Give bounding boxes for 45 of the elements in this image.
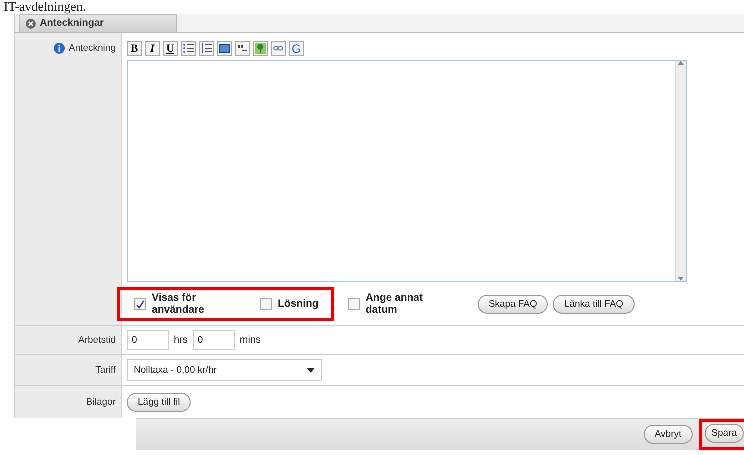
toolbar-button[interactable] — [253, 41, 268, 56]
field-label: Anteckning — [68, 43, 116, 54]
scroll-up-icon[interactable] — [678, 61, 684, 65]
numbered-list-icon — [201, 43, 212, 54]
tab-label: Anteckningar — [40, 18, 104, 29]
unit-label: mins — [240, 334, 262, 346]
tariff-dropdown[interactable]: Nolltaxa - 0,00 kr/hr — [127, 359, 322, 381]
format-button[interactable]: B — [127, 41, 142, 56]
footer-button[interactable]: Spara — [704, 424, 744, 443]
hours-field[interactable]: 0 — [127, 330, 169, 350]
format-button[interactable]: U — [163, 41, 178, 56]
toolbar-button[interactable] — [199, 41, 214, 56]
minutes-field[interactable]: 0 — [192, 330, 235, 350]
checkbox-label: Ange annat datum — [366, 292, 424, 316]
scrollbar[interactable] — [675, 61, 686, 281]
toolbar-button[interactable] — [235, 41, 250, 56]
faq-button[interactable]: Skapa FAQ — [478, 294, 548, 314]
dropdown-caret-icon — [307, 368, 315, 372]
field-label: Bilagor — [86, 396, 116, 408]
caption-text: IT-avdelningen. — [3, 0, 88, 14]
field-label: Arbetstid — [78, 334, 116, 346]
bullet-list-icon — [183, 43, 194, 54]
unit-label: hrs — [174, 334, 188, 346]
info-icon — [54, 43, 65, 54]
field-label: Tariff — [96, 364, 116, 376]
add-file-button[interactable]: Lägg till fil — [127, 392, 192, 412]
checkbox[interactable] — [348, 298, 360, 310]
tree-image-icon — [255, 43, 266, 54]
toolbar-button[interactable] — [217, 41, 232, 56]
media-icon — [219, 43, 230, 54]
checkbox[interactable] — [134, 298, 146, 310]
footer-button[interactable]: Avbryt — [644, 425, 693, 444]
link-icon — [273, 43, 284, 54]
faq-button[interactable]: Länka till FAQ — [553, 294, 635, 314]
toolbar-button[interactable] — [271, 41, 286, 56]
format-button[interactable]: I — [145, 41, 160, 56]
toolbar-button[interactable] — [181, 41, 196, 56]
checkbox-label: Visas för användare — [152, 292, 206, 316]
checkbox-label: Lösning — [278, 298, 319, 310]
format-button[interactable]: G — [289, 41, 304, 56]
close-icon[interactable] — [26, 18, 36, 28]
section-tab[interactable]: Anteckningar — [19, 14, 177, 32]
quote-icon — [237, 43, 248, 54]
scroll-down-icon[interactable] — [678, 277, 684, 281]
checkbox[interactable] — [260, 298, 272, 310]
